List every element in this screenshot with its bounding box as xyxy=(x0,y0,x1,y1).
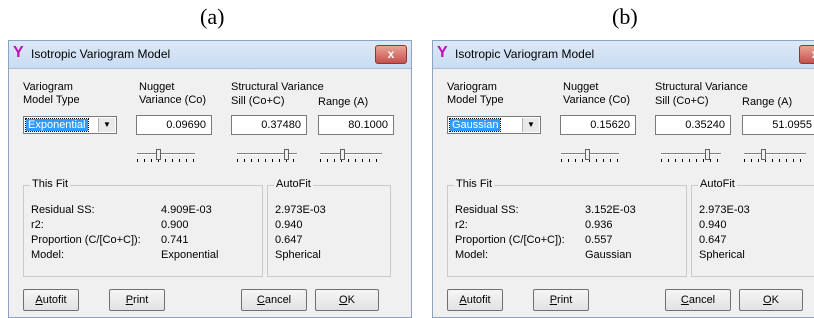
model-value: Gaussian xyxy=(585,249,632,261)
r2-value: 0.900 xyxy=(161,219,189,231)
model-type-label-line2: Model Type xyxy=(23,94,80,106)
this-fit-group: This Fit xyxy=(447,178,687,277)
range-input[interactable]: 51.0955 xyxy=(742,115,814,135)
structural-variance-label: Structural Variance xyxy=(655,81,748,93)
dialog-window: Y Isotropic Variogram Model x Variogram … xyxy=(8,40,412,318)
residual-ss-value: 3.152E-03 xyxy=(585,204,636,216)
range-label: Range (A) xyxy=(742,96,793,108)
nugget-input[interactable]: 0.15620 xyxy=(560,115,636,135)
sill-label: Sill (Co+C) xyxy=(231,95,285,107)
model-label: Model: xyxy=(455,249,489,261)
slider-thumb[interactable] xyxy=(705,149,710,160)
residual-ss-label: Residual SS: xyxy=(455,204,519,216)
slider-thumb[interactable] xyxy=(340,149,345,160)
residual-ss-value: 4.909E-03 xyxy=(161,204,212,216)
range-slider[interactable] xyxy=(744,149,806,163)
model-type-select[interactable]: Gaussian ▼ xyxy=(447,116,541,134)
caption-a: (a) xyxy=(200,4,225,29)
structural-variance-label: Structural Variance xyxy=(231,81,324,93)
slider-thumb[interactable] xyxy=(761,149,766,160)
slider-thumb[interactable] xyxy=(585,149,590,160)
sill-slider[interactable] xyxy=(237,149,297,163)
r2-label: r2: xyxy=(31,219,44,231)
sill-input[interactable]: 0.37480 xyxy=(231,115,307,135)
nugget-label-line1: Nugget xyxy=(139,81,175,93)
range-label: Range (A) xyxy=(318,96,369,108)
autofit-residual-ss: 2.973E-03 xyxy=(699,204,750,216)
this-fit-title: This Fit xyxy=(30,178,71,190)
cancel-button[interactable]: Cancel xyxy=(665,289,731,311)
autofit-model: Spherical xyxy=(275,249,321,261)
cancel-button[interactable]: Cancel xyxy=(241,289,307,311)
this-fit-title: This Fit xyxy=(454,178,495,190)
slider-thumb[interactable] xyxy=(284,149,289,160)
print-button[interactable]: Print xyxy=(109,289,165,311)
proportion-label: Proportion (C/[Co+C]): xyxy=(455,234,565,246)
panel-a: Y Isotropic Variogram Model x Variogram … xyxy=(8,40,414,318)
chevron-down-icon[interactable]: ▼ xyxy=(522,118,539,132)
title-bar[interactable]: Y Isotropic Variogram Model x xyxy=(9,41,411,69)
autofit-r2: 0.940 xyxy=(699,219,727,231)
autofit-model: Spherical xyxy=(699,249,745,261)
model-type-select[interactable]: Exponential ▼ xyxy=(23,116,117,134)
nugget-slider[interactable] xyxy=(561,149,619,163)
panel-b: Y Isotropic Variogram Model x Variogram … xyxy=(432,40,814,318)
close-button[interactable]: x xyxy=(799,45,814,64)
app-logo-icon: Y xyxy=(437,44,448,61)
this-fit-group: This Fit xyxy=(23,178,263,277)
model-label: Model: xyxy=(31,249,65,261)
app-logo-icon: Y xyxy=(13,44,24,61)
close-icon: x xyxy=(387,47,395,61)
autofit-r2: 0.940 xyxy=(275,219,303,231)
print-button[interactable]: Print xyxy=(533,289,589,311)
autofit-title: AutoFit xyxy=(698,178,737,190)
nugget-label-line2: Variance (Co) xyxy=(139,94,207,106)
model-type-label-line2: Model Type xyxy=(447,94,504,106)
model-type-value: Gaussian xyxy=(448,118,502,132)
sill-label: Sill (Co+C) xyxy=(655,95,709,107)
model-type-label-line1: Variogram xyxy=(447,81,497,93)
r2-label: r2: xyxy=(455,219,468,231)
title-bar[interactable]: Y Isotropic Variogram Model x xyxy=(433,41,814,69)
model-type-label-line1: Variogram xyxy=(23,81,73,93)
close-button[interactable]: x xyxy=(375,45,407,64)
ok-button[interactable]: OK xyxy=(739,289,803,311)
model-type-value: Exponential xyxy=(25,118,89,132)
ok-button[interactable]: OK xyxy=(315,289,379,311)
slider-thumb[interactable] xyxy=(156,149,161,160)
r2-value: 0.936 xyxy=(585,219,613,231)
autofit-button[interactable]: Autofit xyxy=(447,289,503,311)
model-value: Exponential xyxy=(161,249,219,261)
nugget-label-line2: Variance (Co) xyxy=(563,94,631,106)
range-slider[interactable] xyxy=(320,149,382,163)
autofit-title: AutoFit xyxy=(274,178,313,190)
nugget-input[interactable]: 0.09690 xyxy=(136,115,212,135)
caption-b: (b) xyxy=(612,4,638,29)
window-title: Isotropic Variogram Model xyxy=(31,47,171,61)
sill-slider[interactable] xyxy=(661,149,721,163)
range-input[interactable]: 80.1000 xyxy=(318,115,394,135)
sill-input[interactable]: 0.35240 xyxy=(655,115,731,135)
nugget-slider[interactable] xyxy=(137,149,195,163)
proportion-value: 0.557 xyxy=(585,234,613,246)
autofit-proportion: 0.647 xyxy=(275,234,303,246)
residual-ss-label: Residual SS: xyxy=(31,204,95,216)
autofit-button[interactable]: Autofit xyxy=(23,289,79,311)
window-title: Isotropic Variogram Model xyxy=(455,47,595,61)
proportion-value: 0.741 xyxy=(161,234,189,246)
autofit-residual-ss: 2.973E-03 xyxy=(275,204,326,216)
proportion-label: Proportion (C/[Co+C]): xyxy=(31,234,141,246)
dialog-window: Y Isotropic Variogram Model x Variogram … xyxy=(432,40,814,318)
chevron-down-icon[interactable]: ▼ xyxy=(98,118,115,132)
nugget-label-line1: Nugget xyxy=(563,81,599,93)
autofit-proportion: 0.647 xyxy=(699,234,727,246)
